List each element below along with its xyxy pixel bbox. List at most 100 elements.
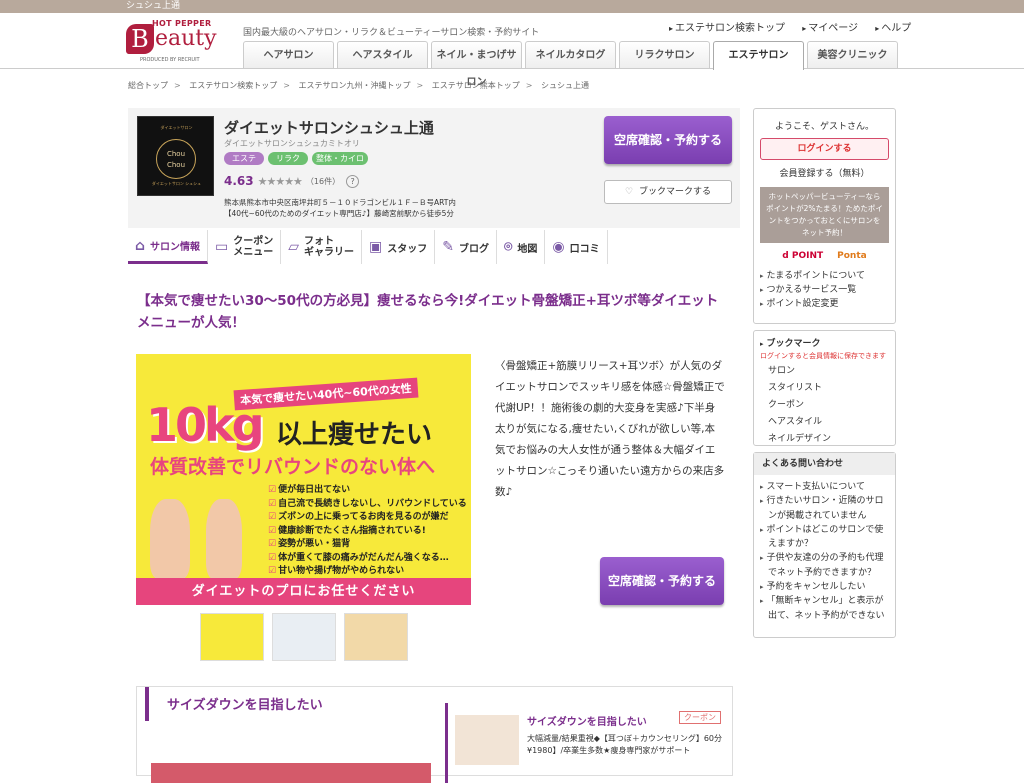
- rating-value: 4.63: [224, 174, 254, 188]
- faq-box: よくある問い合わせ スマート支払いについて 行きたいサロン・近隣のサロンが掲載さ…: [753, 452, 896, 638]
- tab-photo-gallery[interactable]: ▱ フォト ギャラリー: [281, 230, 363, 264]
- staff-icon: ▣: [369, 239, 383, 255]
- nav-hair-style[interactable]: ヘアスタイル: [337, 41, 428, 68]
- faq-item[interactable]: 「無断キャンセル」と表示が出て、ネット予約ができない: [760, 594, 889, 623]
- link-points-about[interactable]: たまるポイントについて: [760, 269, 889, 283]
- faq-item[interactable]: 予約をキャンセルしたい: [760, 580, 889, 594]
- breadcrumb-item[interactable]: 総合トップ: [128, 81, 168, 90]
- tag-relax: リラク: [268, 152, 308, 165]
- bookmark-salon[interactable]: サロン: [768, 363, 889, 380]
- reserve-button[interactable]: 空席確認・予約する: [604, 116, 732, 164]
- site-tagline: 国内最大級のヘアサロン・リラク＆ビューティーサロン検索・予約サイト: [243, 28, 540, 38]
- tag-seitai: 整体・カイロ: [312, 152, 368, 165]
- check-item: 体が重くて膝の痛みがだんだん強くなる…: [268, 552, 467, 566]
- bookmark-button[interactable]: ♡ ブックマークする: [604, 180, 732, 204]
- check-item: ズボンの上に乗ってるお肉を見るのが嫌だ: [268, 511, 467, 525]
- image-thumbnails: [200, 613, 416, 661]
- tab-blog[interactable]: ✎ ブログ: [435, 230, 498, 264]
- rating: 4.63 ★★★★★ （16件） ?: [224, 174, 360, 188]
- bookmark-nail[interactable]: ネイルデザイン: [768, 431, 889, 448]
- tab-label: クーポン メニュー: [233, 236, 274, 258]
- point-promo: ホットペッパービューティーならポイントが2%たまる！ためたポイントをつかっておと…: [760, 187, 889, 243]
- link-services[interactable]: つかえるサービス一覧: [760, 283, 889, 297]
- main-salon-image[interactable]: 本気で痩せたい40代~60代の女性 10kg 以上痩せたい 体質改善でリバウンド…: [136, 354, 471, 605]
- salon-name: ダイエットサロンシュシュ上通: [224, 119, 434, 137]
- check-item: 自己流で長続きしないし、リバウンドしている: [268, 498, 467, 512]
- breadcrumb-item[interactable]: エステサロン九州・沖縄トップ: [299, 81, 411, 90]
- nav-nail-catalog[interactable]: ネイルカタログ: [525, 41, 616, 68]
- link-mypage[interactable]: マイページ: [802, 23, 858, 34]
- heart-icon: ♡: [624, 187, 634, 197]
- image-band: ダイエットのプロにお任せください: [136, 578, 471, 605]
- welcome-text: ようこそ、ゲストさん。: [774, 122, 874, 132]
- image-checklist: 便が毎日出てない 自己流で長続きしないし、リバウンドしている ズボンの上に乗って…: [268, 484, 467, 579]
- star-icon: ★★★★★: [257, 174, 303, 188]
- tab-label: 地図: [517, 243, 538, 255]
- tab-label: フォト ギャラリー: [304, 236, 355, 258]
- bookmark-label: ブックマークする: [639, 187, 712, 197]
- faq-item[interactable]: 行きたいサロン・近隣のサロンが掲載されていません: [760, 494, 889, 523]
- figure-before: [150, 499, 190, 579]
- bookmark-box: ブックマーク ログインすると会員情報に保存できます サロン スタイリスト クーポ…: [753, 330, 896, 446]
- feature-divider: [445, 703, 448, 783]
- hotpepper-beauty-logo[interactable]: HOT PEPPER B eauty PRODUCED BY RECRUIT: [126, 19, 226, 65]
- thumb-top-text: ダイエットサロン: [160, 125, 193, 130]
- login-button[interactable]: ログインする: [760, 138, 889, 160]
- nav-beauty-clinic[interactable]: 美容クリニック: [807, 41, 898, 68]
- tab-salon-info[interactable]: ⌂ サロン情報: [128, 230, 209, 264]
- salon-kana: ダイエットサロンシュシュカミトオリ: [224, 139, 360, 148]
- bookmark-stylist[interactable]: スタイリスト: [768, 380, 889, 397]
- register-link[interactable]: 会員登録する（無料）: [760, 166, 889, 179]
- coupon-name[interactable]: サイズダウンを目指したい: [527, 713, 647, 728]
- breadcrumb-item[interactable]: エステサロン検索トップ: [189, 81, 277, 90]
- thumbnail-3[interactable]: [344, 613, 408, 661]
- faq-item[interactable]: ポイントはどこのサロンで使えますか？: [760, 523, 889, 552]
- sidebar: ようこそ、ゲストさん。 ログインする 会員登録する（無料） ホットペッパービュー…: [753, 108, 896, 638]
- tab-reviews[interactable]: ◉ 口コミ: [545, 230, 608, 264]
- thumb-bottom-text: ダイエットサロン シュシュ: [151, 181, 202, 186]
- nav-nail-eyelash[interactable]: ネイル・まつげサロン: [431, 41, 522, 88]
- nav-hair-salon[interactable]: ヘアサロン: [243, 41, 334, 68]
- link-help[interactable]: ヘルプ: [875, 23, 911, 34]
- feature-image[interactable]: [151, 763, 431, 783]
- thumb-logo: Chou Chou: [156, 139, 196, 179]
- link-point-settings[interactable]: ポイント設定変更: [760, 297, 889, 311]
- review-count[interactable]: （16件）: [306, 176, 340, 187]
- bookmark-coupon[interactable]: クーポン: [768, 397, 889, 414]
- check-item: 便が毎日出てない: [268, 484, 467, 498]
- tab-staff[interactable]: ▣ スタッフ: [362, 230, 436, 264]
- welcome-box: ようこそ、ゲストさん。 ログインする 会員登録する（無料） ホットペッパービュー…: [753, 108, 896, 324]
- salon-address-block: 熊本県熊本市中央区南坪井町５－１０ドラゴンビル１Ｆ－Ｂ号ART内 【40代~60…: [224, 197, 456, 219]
- coupon-badge: クーポン: [679, 711, 721, 724]
- faq-title: よくある問い合わせ: [754, 453, 895, 475]
- breadcrumb-separator: >: [416, 81, 424, 90]
- ponta-logo: Ponta: [837, 251, 867, 261]
- header-links: エステサロン検索トップ マイページ ヘルプ: [669, 19, 925, 34]
- help-icon[interactable]: ?: [346, 174, 360, 188]
- faq-item[interactable]: スマート支払いについて: [760, 480, 889, 494]
- breadcrumb-separator: >: [525, 81, 533, 90]
- nav-esthe-salon[interactable]: エステサロン: [713, 41, 804, 70]
- link-esthe-top[interactable]: エステサロン検索トップ: [669, 23, 785, 34]
- catch-copy: 【本気で痩せたい30～50代の方必見】痩せるなら今!ダイエット骨盤矯正+耳ツボ等…: [137, 293, 719, 331]
- coupon-image[interactable]: [455, 715, 519, 765]
- logo-produced-by: PRODUCED BY RECRUIT: [140, 57, 200, 63]
- thumbnail-1[interactable]: [200, 613, 264, 661]
- salon-subnav: ⌂ サロン情報 ▭ クーポン メニュー ▱ フォト ギャラリー ▣ スタッフ ✎ ブログ …: [128, 230, 608, 264]
- faq-item[interactable]: 子供や友達の分の予約も代理でネット予約できますか？: [760, 551, 889, 580]
- feature-title: サイズダウンを目指したい: [145, 687, 323, 721]
- reserve-button-2[interactable]: 空席確認・予約する: [600, 557, 724, 605]
- image-sub-text: 体質改善でリバウンドのない体へ: [150, 456, 436, 478]
- site-header: HOT PEPPER B eauty PRODUCED BY RECRUIT 国…: [0, 13, 1024, 88]
- breadcrumb-separator: >: [283, 81, 290, 90]
- breadcrumb-separator: >: [174, 81, 181, 90]
- nav-relax-salon[interactable]: リラクサロン: [619, 41, 710, 68]
- tab-label: スタッフ: [387, 243, 428, 255]
- breadcrumb-item[interactable]: エステサロン熊本トップ: [432, 81, 520, 90]
- tab-coupon-menu[interactable]: ▭ クーポン メニュー: [208, 230, 282, 264]
- thumbnail-2[interactable]: [272, 613, 336, 661]
- logo-wordmark: eauty: [155, 26, 217, 51]
- tab-map[interactable]: ⌾ 地図: [497, 230, 546, 264]
- bookmark-hairstyle[interactable]: ヘアスタイル: [768, 414, 889, 431]
- speech-bubble-icon: ◉: [552, 239, 565, 255]
